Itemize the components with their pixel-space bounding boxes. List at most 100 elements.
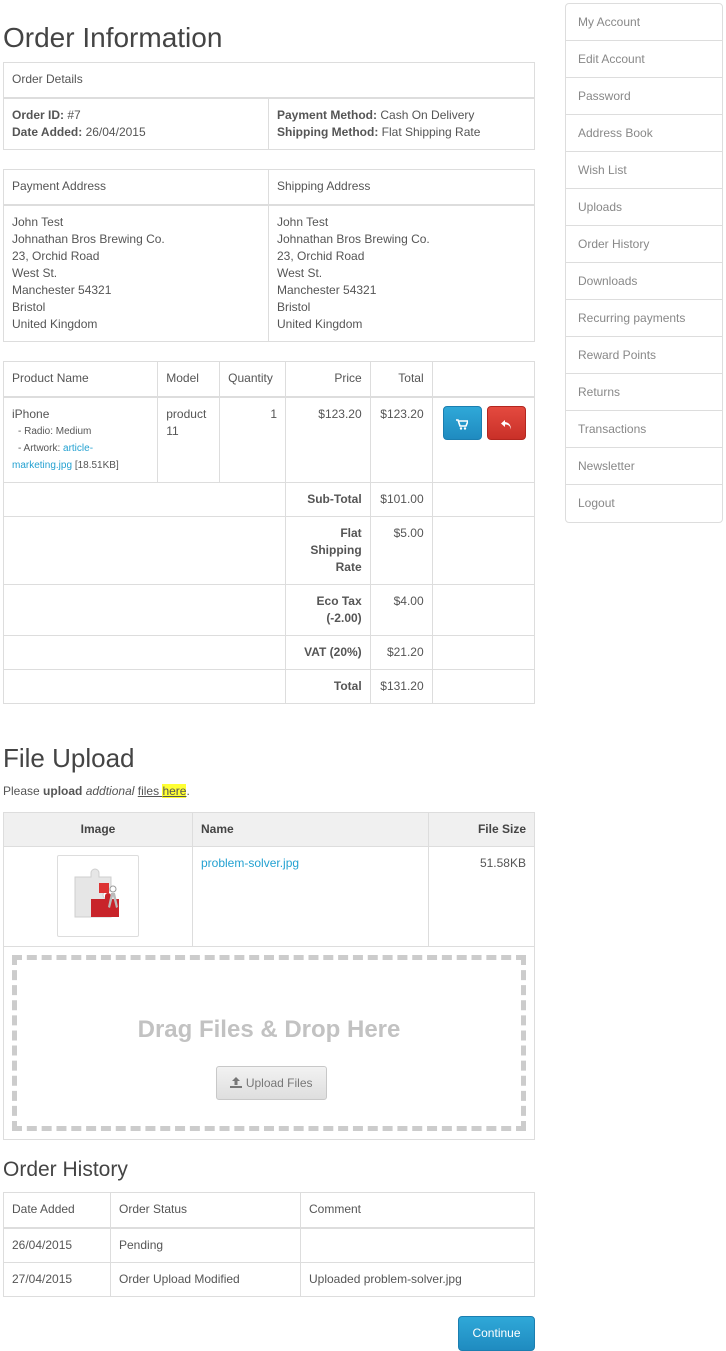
totals-row: VAT (20%) $21.20	[2, 635, 536, 670]
col-total: Total	[369, 361, 433, 398]
shipping-total-value: $5.00	[369, 516, 433, 585]
drop-zone-text: Drag Files & Drop Here	[137, 1016, 401, 1043]
address-line: West St.	[12, 265, 58, 280]
order-history-table: Date Added Order Status Comment 26/04/20…	[3, 1192, 535, 1297]
reorder-button[interactable]	[442, 405, 482, 440]
address-line: 23, Orchid Road	[12, 248, 100, 263]
file-upload-title: File Upload	[3, 743, 135, 773]
sidebar-item-wish-list[interactable]: Wish List	[566, 152, 722, 189]
payment-method-label: Payment Method:	[277, 107, 378, 122]
history-status: Pending	[110, 1227, 301, 1263]
artwork-link-cont[interactable]: marketing.jpg	[12, 460, 72, 471]
grand-total-label: Total	[285, 669, 371, 704]
sidebar-item-my-account[interactable]: My Account	[566, 4, 722, 41]
sidebar-item-reward-points[interactable]: Reward Points	[566, 337, 722, 374]
col-price: Price	[285, 361, 371, 398]
puzzle-image	[61, 859, 135, 933]
sidebar-item-address-book[interactable]: Address Book	[566, 115, 722, 152]
sidebar-item-downloads[interactable]: Downloads	[566, 263, 722, 300]
product-name: iPhone	[12, 406, 50, 421]
product-quantity: 1	[219, 396, 287, 483]
table-row: iPhone - Radio: Medium - Artwork: articl…	[2, 396, 536, 483]
col-model: Model	[157, 361, 221, 398]
totals-row: Flat Shipping Rate $5.00	[2, 516, 536, 585]
col-file-size: File Size	[428, 812, 535, 847]
file-thumbnail[interactable]	[57, 855, 139, 937]
uploaded-file-link[interactable]: problem-solver.jpg	[201, 856, 299, 870]
account-sidebar: My Account Edit Account Password Address…	[565, 3, 723, 523]
sidebar-item-transactions[interactable]: Transactions	[566, 411, 722, 448]
address-line: Johnathan Bros Brewing Co.	[12, 231, 165, 246]
totals-row: Eco Tax (-2.00) $4.00	[2, 584, 536, 636]
sidebar-item-edit-account[interactable]: Edit Account	[566, 41, 722, 78]
artwork-size: [18.51KB]	[74, 459, 119, 471]
col-comment: Comment	[300, 1192, 535, 1229]
upload-files-button[interactable]: Upload Files	[216, 1066, 327, 1100]
address-table: Payment Address Shipping Address John Te…	[3, 169, 535, 342]
order-id-label: Order ID:	[12, 107, 65, 122]
date-added-label: Date Added:	[12, 124, 83, 139]
order-details-table: Order Details Order ID: #7 Date Added: 2…	[3, 62, 535, 150]
payment-address: John Test Johnathan Bros Brewing Co. 23,…	[3, 204, 269, 342]
address-line: United Kingdom	[277, 316, 363, 331]
product-model: product	[166, 406, 207, 421]
history-date: 27/04/2015	[3, 1261, 111, 1297]
product-option: - Radio: Medium	[18, 425, 92, 437]
product-total: $123.20	[369, 396, 433, 483]
subtotal-value: $101.00	[369, 482, 433, 517]
sidebar-item-password[interactable]: Password	[566, 78, 722, 115]
col-product-name: Product Name	[2, 361, 159, 398]
upload-icon	[230, 1077, 243, 1088]
grand-total-value: $131.20	[369, 669, 433, 704]
shipping-address-header: Shipping Address	[268, 169, 535, 206]
page-title: Order Information	[3, 22, 223, 53]
totals-row: Sub-Total $101.00	[2, 482, 536, 517]
shipping-total-label: Flat Shipping Rate	[285, 516, 371, 585]
sidebar-item-uploads[interactable]: Uploads	[566, 189, 722, 226]
payment-address-header: Payment Address	[3, 169, 269, 206]
cart-icon	[456, 419, 470, 430]
artwork-link[interactable]: article-	[63, 443, 93, 454]
address-line: 23, Orchid Road	[277, 248, 365, 263]
history-comment	[300, 1227, 535, 1263]
return-button[interactable]	[487, 405, 526, 440]
return-icon	[501, 419, 511, 430]
order-id-value: #7	[67, 107, 81, 122]
account-menu: My Account Edit Account Password Address…	[565, 3, 723, 523]
product-price: $123.20	[285, 396, 371, 483]
subtotal-label: Sub-Total	[285, 482, 371, 517]
col-order-status: Order Status	[110, 1192, 301, 1229]
col-actions	[431, 361, 536, 398]
sidebar-item-newsletter[interactable]: Newsletter	[566, 448, 722, 485]
shipping-method-label: Shipping Method:	[277, 124, 379, 139]
address-line: Manchester 54321	[277, 282, 377, 297]
col-image: Image	[3, 812, 193, 847]
upload-files-label: Upload Files	[245, 1076, 313, 1090]
files-here-link[interactable]: files here	[138, 784, 187, 798]
sidebar-item-returns[interactable]: Returns	[566, 374, 722, 411]
sidebar-item-order-history[interactable]: Order History	[566, 226, 722, 263]
uploaded-file-size: 51.58KB	[428, 846, 535, 947]
product-option-label: - Artwork:	[18, 442, 61, 454]
continue-button[interactable]: Continue	[458, 1316, 535, 1351]
product-model-cont: 11	[166, 423, 179, 438]
date-added-value: 26/04/2015	[85, 124, 146, 139]
address-line: United Kingdom	[12, 316, 98, 331]
history-status: Order Upload Modified	[110, 1261, 301, 1297]
eco-tax-label: Eco Tax (-2.00)	[285, 584, 371, 636]
shipping-method-value: Flat Shipping Rate	[381, 124, 481, 139]
address-line: Johnathan Bros Brewing Co.	[277, 231, 430, 246]
sidebar-item-recurring-payments[interactable]: Recurring payments	[566, 300, 722, 337]
col-date-added: Date Added	[3, 1192, 111, 1229]
col-name: Name	[192, 812, 429, 847]
eco-tax-value: $4.00	[369, 584, 433, 636]
col-quantity: Quantity	[219, 361, 287, 398]
uploads-table: Image Name File Size problem-solver.jpg …	[3, 812, 535, 1140]
totals-row: Total $131.20	[2, 669, 536, 704]
table-row: problem-solver.jpg 51.58KB	[3, 846, 535, 947]
drop-zone[interactable]: Drag Files & Drop Here Upload Files	[12, 955, 526, 1131]
sidebar-item-logout[interactable]: Logout	[566, 485, 722, 522]
address-line: West St.	[277, 265, 323, 280]
address-line: John Test	[277, 214, 329, 229]
history-date: 26/04/2015	[3, 1227, 111, 1263]
